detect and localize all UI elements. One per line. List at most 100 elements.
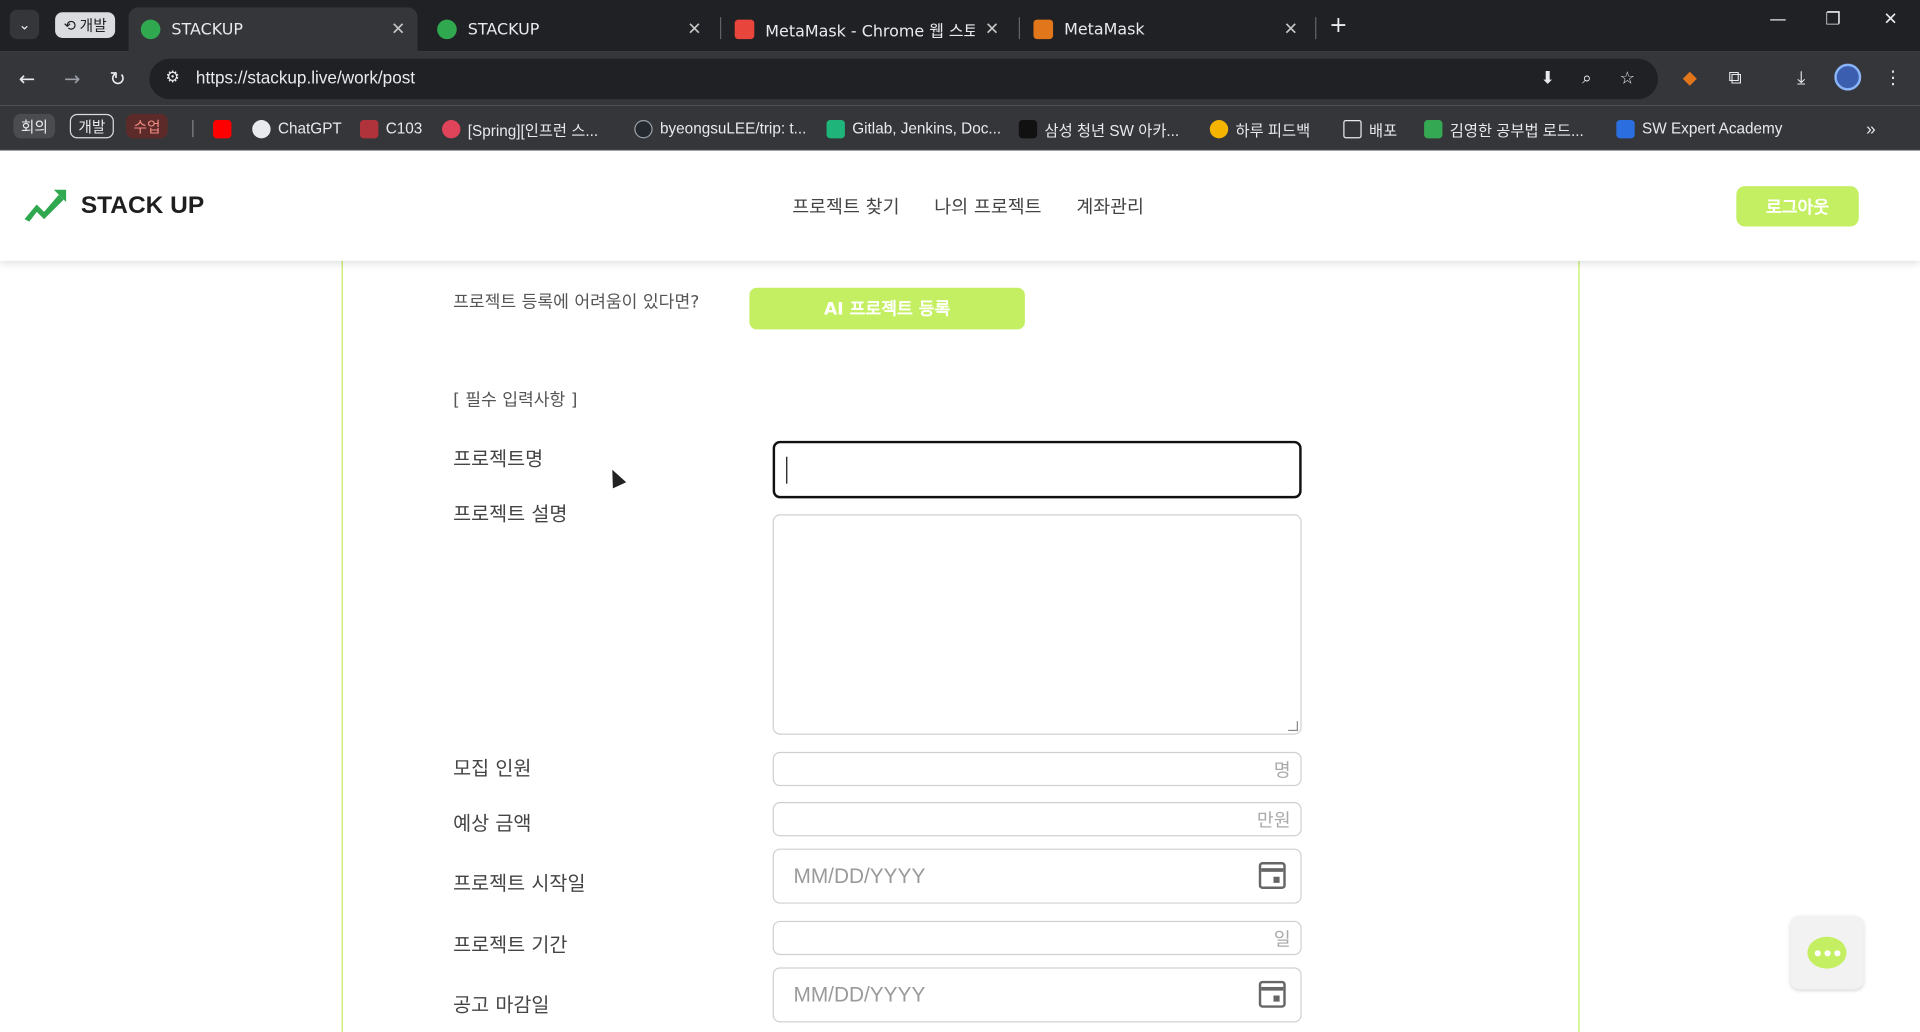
reload-icon[interactable]: ↻ (104, 66, 131, 93)
url-text[interactable]: https://stackup.live/work/post (196, 67, 415, 87)
youtube-icon (213, 119, 232, 138)
bookmark-star-icon[interactable]: ☆ (1615, 69, 1639, 89)
deadline-label: 공고 마감일 (453, 993, 550, 1017)
tab-search-chevron-icon[interactable]: ⌄ (9, 9, 40, 40)
zoom-magnifier-icon[interactable]: ⌕ (1575, 69, 1599, 89)
metamask-fox-favicon-icon (1033, 19, 1054, 40)
nav-find-projects[interactable]: 프로젝트 찾기 (792, 193, 899, 219)
project-period-input[interactable]: 일 (772, 920, 1302, 956)
forward-arrow-icon[interactable]: → (59, 66, 86, 93)
extensions-puzzle-icon[interactable]: ⧉ (1722, 66, 1749, 88)
tab-title: STACKUP (171, 20, 244, 39)
tab-close-icon[interactable]: ✕ (391, 20, 405, 40)
tab-close-icon[interactable]: ✕ (985, 20, 999, 40)
site-logo[interactable]: STACK UP (22, 187, 204, 224)
bookmark-label: [Spring][인프런 스... (467, 121, 599, 139)
stackup-logo-icon (24, 189, 67, 222)
required-section-label: [ 필수 입력사항 ] (453, 390, 578, 411)
chip-label: 개발 (78, 118, 106, 136)
address-bar[interactable]: ⚙ https://stackup.live/work/post ⬇ ⌕ ☆ (149, 58, 1658, 100)
bookmarks-overflow-chevron-icon[interactable]: » (1866, 116, 1876, 140)
bookmark-chip-dev[interactable]: 개발 (69, 113, 114, 139)
expected-amount-label: 예상 금액 (453, 811, 532, 836)
chat-floating-button[interactable] (1790, 915, 1864, 990)
chatgpt-icon (252, 119, 271, 138)
bookmark-youtube[interactable] (213, 116, 239, 140)
expected-amount-input[interactable]: 만원 (772, 802, 1302, 837)
project-name-input[interactable] (772, 440, 1302, 499)
bookmark-study-roadmap[interactable]: 김영한 공부법 로드... (1424, 116, 1584, 140)
bookmark-label: 삼성 청년 SW 아카... (1044, 121, 1180, 139)
logout-button[interactable]: 로그아웃 (1736, 186, 1859, 227)
ssafy-icon (1018, 119, 1038, 138)
window-close-icon[interactable]: ✕ (1873, 10, 1907, 30)
project-name-label: 프로젝트명 (453, 446, 544, 471)
bookmark-chatgpt[interactable]: ChatGPT (252, 116, 342, 140)
bookmark-spring-inflearn[interactable]: [Spring][인프런 스... (442, 116, 598, 140)
downloads-icon[interactable]: ⤓ (1788, 66, 1815, 88)
chrome-menu-kebab-icon[interactable]: ⋮ (1880, 66, 1907, 88)
bookmark-chip-class[interactable]: 수업 (126, 113, 168, 139)
bookmark-folder-deploy[interactable]: 배포 (1343, 116, 1397, 140)
tab-stackup[interactable]: STACKUP ✕ (425, 7, 714, 51)
recruit-count-input[interactable]: 명 (772, 751, 1302, 787)
bookmarks-bar: 회의 개발 수업 ChatGPT C103 [Spring][인프런 스... … (0, 105, 1920, 151)
roadmap-icon (1424, 119, 1443, 138)
recruit-count-label: 모집 인원 (453, 756, 532, 781)
tab-separator (720, 17, 722, 40)
nav-my-projects[interactable]: 나의 프로젝트 (934, 193, 1041, 219)
calendar-icon[interactable] (1258, 980, 1286, 1008)
nav-account-management[interactable]: 계좌관리 (1076, 193, 1144, 219)
project-description-textarea[interactable] (772, 514, 1302, 735)
metamask-extension-icon[interactable]: ◆ (1676, 66, 1703, 88)
tab-group-chip[interactable]: ⟲ 개발 (55, 12, 116, 38)
tab-separator (1018, 17, 1021, 40)
start-date-placeholder: MM/DD/YYYY (793, 864, 926, 888)
restore-icon[interactable]: ❐ (1816, 10, 1850, 30)
logo-text: STACK UP (80, 191, 205, 219)
bookmark-github-trip[interactable]: byeongsuLEE/trip: t... (634, 116, 806, 140)
swea-icon (1616, 119, 1635, 138)
bookmark-ssafy[interactable]: 삼성 청년 SW 아카... (1018, 116, 1180, 140)
bookmark-chip-meeting[interactable]: 회의 (13, 113, 56, 139)
textarea-resize-handle[interactable] (1288, 721, 1298, 732)
chip-label: 수업 (133, 118, 161, 136)
tab-title: STACKUP (467, 20, 540, 39)
bookmark-daily-feedback[interactable]: 하루 피드백 (1209, 116, 1311, 140)
bookmark-label: 김영한 공부법 로드... (1449, 121, 1584, 139)
tab-stackup-active[interactable]: STACKUP ✕ (128, 7, 418, 52)
profile-avatar[interactable] (1834, 63, 1862, 91)
weather-sun-icon (1209, 119, 1229, 138)
calendar-icon[interactable] (1258, 862, 1286, 889)
bookmark-label: SW Expert Academy (1642, 120, 1783, 138)
back-arrow-icon[interactable]: ← (13, 66, 40, 93)
c103-icon (360, 119, 379, 138)
browser-toolbar: ← → ↻ ⚙ https://stackup.live/work/post ⬇… (0, 51, 1920, 106)
bookmark-sw-expert[interactable]: SW Expert Academy (1616, 116, 1782, 140)
deadline-date-input[interactable]: MM/DD/YYYY (772, 967, 1302, 1023)
site-info-tune-icon[interactable]: ⚙ (162, 69, 184, 91)
tab-group-icon: ⟲ (63, 16, 76, 34)
bookmark-gitlab-jenkins[interactable]: Gitlab, Jenkins, Doc... (826, 116, 1002, 140)
inflearn-icon (442, 119, 461, 138)
ai-project-register-button[interactable]: AI 프로젝트 등록 (749, 287, 1025, 330)
chat-bubble-icon (1807, 936, 1847, 969)
site-header: STACK UP 프로젝트 찾기 나의 프로젝트 계좌관리 로그아웃 (0, 150, 1920, 261)
tab-metamask-store[interactable]: MetaMask - Chrome 웹 스토어 ✕ (722, 7, 1011, 51)
browser-tab-strip: ⌄ ⟲ 개발 STACKUP ✕ STACKUP ✕ MetaMask - Ch… (0, 0, 1920, 52)
folder-icon (1343, 119, 1362, 138)
bookmark-c103[interactable]: C103 (360, 116, 422, 140)
install-app-icon[interactable]: ⬇ (1536, 69, 1560, 89)
start-date-input[interactable]: MM/DD/YYYY (772, 848, 1302, 904)
tab-close-icon[interactable]: ✕ (687, 20, 701, 40)
bookmark-label: 배포 (1368, 121, 1398, 139)
bookmark-label: 하루 피드백 (1235, 121, 1311, 139)
chrome-webstore-favicon-icon (734, 19, 755, 40)
new-tab-plus-icon[interactable]: + (1326, 12, 1350, 38)
minimize-icon[interactable]: — (1761, 10, 1795, 30)
tab-close-icon[interactable]: ✕ (1284, 20, 1298, 40)
period-suffix: 일 (1273, 928, 1291, 951)
bookmark-label: Gitlab, Jenkins, Doc... (852, 120, 1002, 138)
tab-metamask[interactable]: MetaMask ✕ (1021, 7, 1310, 51)
chip-label: 회의 (20, 118, 48, 136)
